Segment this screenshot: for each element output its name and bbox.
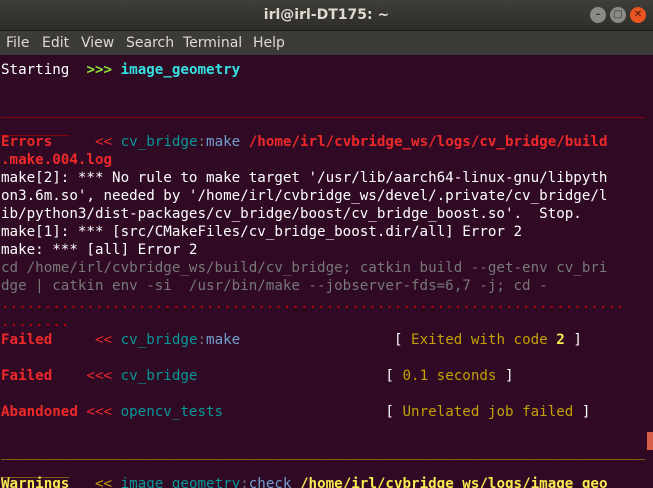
failed-package: cv_bridge [120, 368, 198, 384]
errors-label: Errors [1, 134, 53, 150]
warnings-package: image_geometry [120, 476, 241, 488]
window-title: irl@irl-DT175: ~ [263, 7, 390, 23]
warnings-line: Warnings << image_geometry:check /home/i… [1, 475, 608, 488]
starting-line: Starting >>> image_geometry [1, 61, 240, 79]
errors-verb: make [206, 134, 241, 150]
warnings-arrows: << [94, 476, 113, 488]
status-text: Unrelated job failed [402, 404, 574, 420]
warnings-log-path: /home/irl/cvbridge_ws/logs/image_geo [300, 476, 608, 488]
warnings-verb: check [248, 476, 292, 488]
errors-colon: : [197, 134, 207, 150]
red-separator: ________________________________________… [1, 102, 645, 118]
scrollbar-thumb[interactable] [647, 432, 653, 450]
failed-time: [ 0.1 seconds ] [385, 368, 514, 384]
menu-help[interactable]: Help [253, 35, 285, 51]
maximize-icon[interactable]: □ [610, 7, 626, 23]
exit-code: 2 [556, 332, 565, 348]
errors-log-path-cont: .make.004.log [1, 152, 113, 168]
status-text: 0.1 seconds [402, 368, 497, 384]
status-text: Exited with code [411, 332, 548, 348]
menu-terminal[interactable]: Terminal [183, 35, 242, 51]
failed-verb: make [206, 332, 241, 348]
terminal-output[interactable]: Starting >>> image_geometry ____________… [0, 55, 645, 488]
make-line: make[2]: *** No rule to make target '/us… [1, 170, 608, 186]
failed-make-line: Failed << cv_bridge:make [ Exited with c… [1, 331, 582, 349]
starting-label: Starting [1, 62, 70, 78]
title-bar[interactable]: irl@irl-DT175: ~ – □ ✕ [0, 0, 653, 31]
failed-arrows: <<< [86, 368, 113, 384]
warnings-label: Warnings [1, 476, 70, 488]
minimize-icon[interactable]: – [590, 7, 606, 23]
failed-package-line: Failed <<< cv_bridge [ 0.1 seconds ] [1, 367, 514, 385]
menu-edit[interactable]: Edit [42, 35, 69, 51]
menu-search[interactable]: Search [126, 35, 174, 51]
make-line: make[1]: *** [src/CMakeFiles/cv_bridge_b… [1, 224, 523, 240]
errors-log-path: /home/irl/cvbridge_ws/logs/cv_bridge/bui… [248, 134, 608, 150]
dotted-separator: ........................................… [1, 296, 625, 312]
failed-status: [ Exited with code 2 ] [393, 332, 582, 348]
dotted-separator-tail: ........ [1, 314, 70, 330]
make-line: ib/python3/dist-packages/cv_bridge/boost… [1, 206, 582, 222]
yellow-separator: ________________________________________… [1, 444, 645, 460]
make-line: on3.6m.so', needed by '/home/irl/cvbridg… [1, 188, 608, 204]
failed-package: cv_bridge [120, 332, 198, 348]
failed-label: Failed [1, 332, 53, 348]
close-icon[interactable]: ✕ [630, 7, 646, 23]
cd-command-line: dge | catkin env -si /usr/bin/make --job… [1, 278, 548, 294]
menu-view[interactable]: View [81, 35, 114, 51]
errors-line: Errors << cv_bridge:make /home/irl/cvbri… [1, 133, 608, 151]
errors-package: cv_bridge [120, 134, 198, 150]
abandoned-label: Abandoned [1, 404, 78, 420]
menu-file[interactable]: File [6, 35, 29, 51]
starting-arrows: >>> [86, 62, 113, 78]
starting-package: image_geometry [120, 62, 241, 78]
terminal-window: irl@irl-DT175: ~ – □ ✕ File Edit View Se… [0, 0, 653, 488]
failed-colon: : [197, 332, 207, 348]
abandoned-arrows: <<< [86, 404, 113, 420]
menu-bar: File Edit View Search Terminal Help [0, 31, 653, 55]
abandoned-line: Abandoned <<< opencv_tests [ Unrelated j… [1, 403, 590, 421]
make-line: make: *** [all] Error 2 [1, 242, 198, 258]
cd-command-line: cd /home/irl/cvbridge_ws/build/cv_bridge… [1, 260, 608, 276]
warnings-colon: : [240, 476, 249, 488]
abandoned-status: [ Unrelated job failed ] [385, 404, 591, 420]
abandoned-package: opencv_tests [120, 404, 224, 420]
failed-label: Failed [1, 368, 53, 384]
failed-arrows: << [94, 332, 113, 348]
errors-arrows: << [94, 134, 113, 150]
